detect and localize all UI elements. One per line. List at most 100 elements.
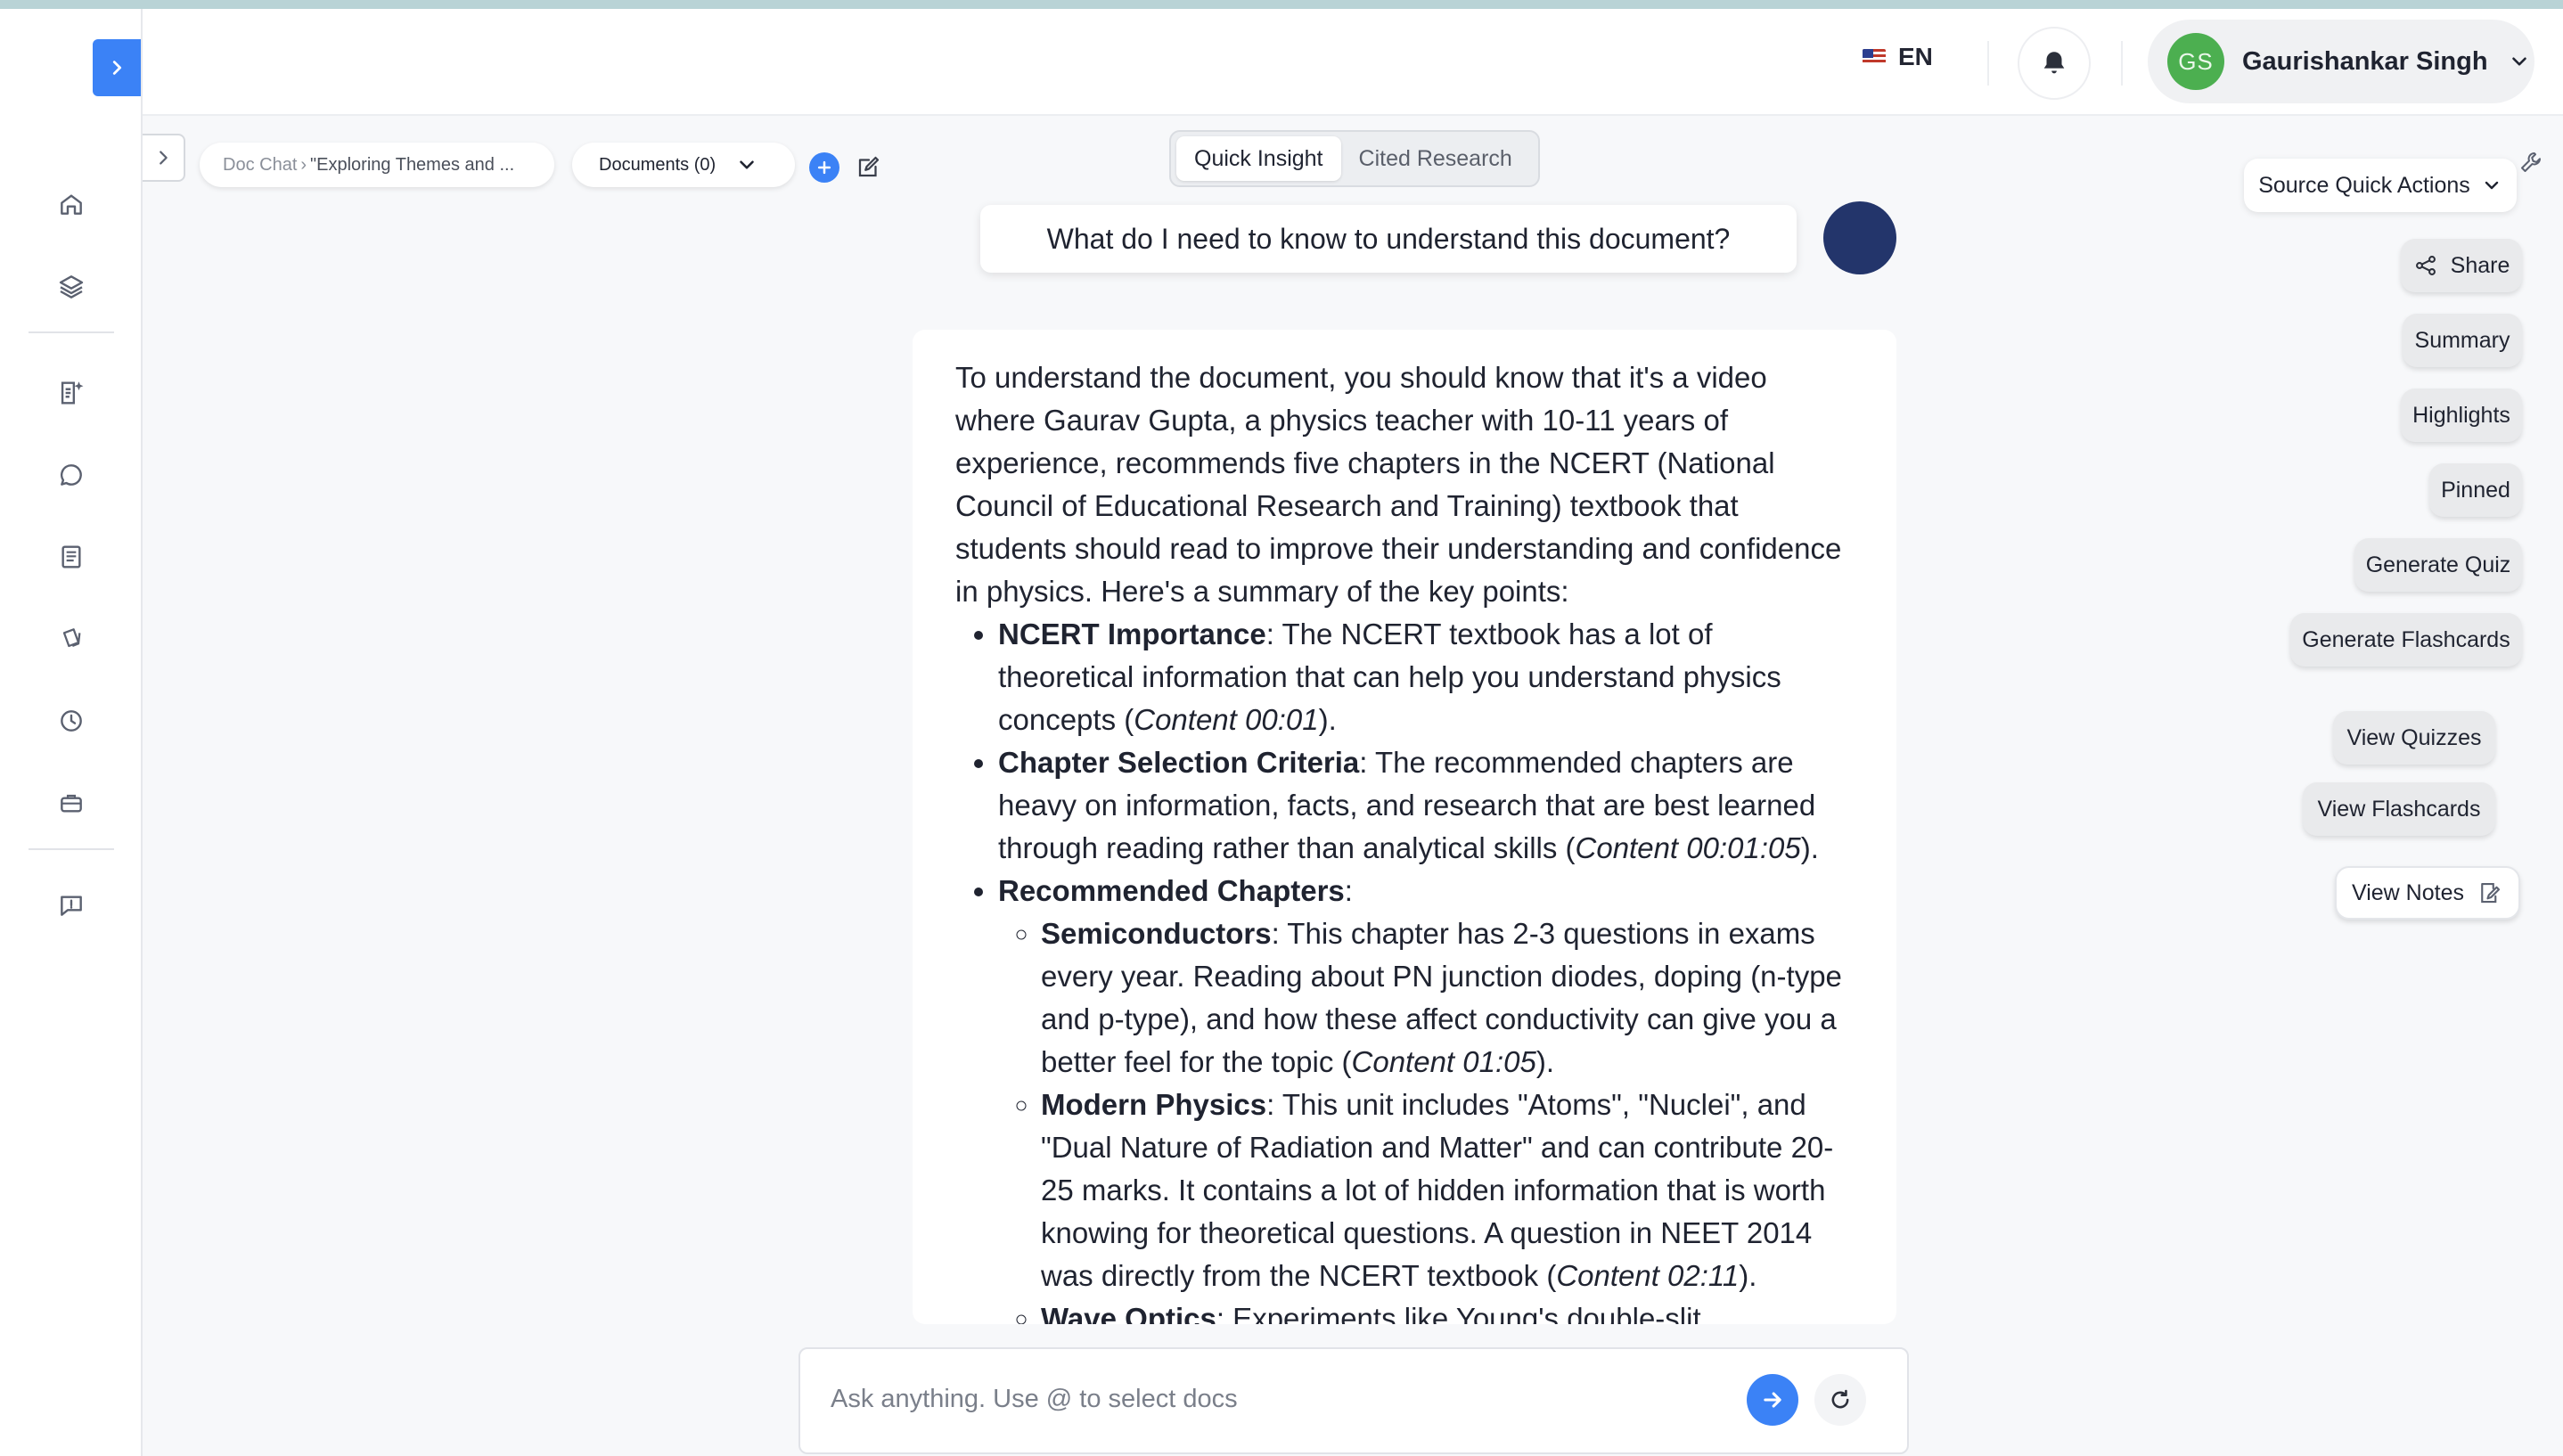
feedback-icon bbox=[61, 896, 82, 916]
chapter-list: Semiconductors: This chapter has 2-3 que… bbox=[998, 912, 1854, 1324]
flag-us-icon bbox=[1863, 49, 1886, 65]
list-item: Wave Optics: Experiments like Young's do… bbox=[1041, 1297, 1854, 1324]
language-selector[interactable]: EN bbox=[1863, 43, 1933, 71]
user-avatar bbox=[1823, 201, 1896, 274]
mode-toggle: Quick Insight Cited Research bbox=[1169, 130, 1540, 187]
notes-icon bbox=[61, 545, 81, 568]
flashcards-icon bbox=[62, 628, 81, 648]
plus-icon bbox=[817, 160, 831, 175]
point-end: ). bbox=[1318, 703, 1337, 736]
expand-sidebar-button[interactable] bbox=[93, 39, 141, 96]
answer-intro: To understand the document, you should k… bbox=[955, 361, 1842, 608]
pinned-button[interactable]: Pinned bbox=[2429, 463, 2522, 517]
briefcase-icon bbox=[61, 794, 82, 813]
view-flashcards-button[interactable]: View Flashcards bbox=[2303, 782, 2495, 836]
sidebar-item-layers[interactable] bbox=[53, 267, 90, 305]
header-divider bbox=[1987, 41, 1989, 86]
wrench-icon bbox=[2521, 152, 2541, 172]
generate-quiz-button[interactable]: Generate Quiz bbox=[2354, 538, 2522, 592]
avatar: GS bbox=[2167, 33, 2224, 90]
edit-icon bbox=[858, 156, 880, 177]
breadcrumb-root[interactable]: Doc Chat bbox=[223, 155, 297, 176]
sidebar-divider bbox=[29, 331, 114, 333]
list-item: Recommended Chapters: Semiconductors: Th… bbox=[998, 870, 1854, 1324]
add-document-button[interactable] bbox=[809, 152, 839, 183]
list-item: Chapter Selection Criteria: The recommen… bbox=[998, 741, 1854, 870]
documents-dropdown[interactable]: Documents (0) bbox=[572, 143, 795, 187]
header-divider bbox=[2121, 41, 2123, 86]
sidebar-divider bbox=[29, 848, 114, 850]
chapter-end: ). bbox=[1535, 1045, 1555, 1078]
citation-link[interactable]: Content 00:01 bbox=[1134, 703, 1318, 736]
user-name: Gaurishankar Singh bbox=[2242, 46, 2488, 76]
notifications-button[interactable] bbox=[2018, 27, 2091, 100]
chapter-title: Modern Physics bbox=[1041, 1088, 1267, 1121]
history-icon bbox=[61, 710, 82, 732]
breadcrumb: Doc Chat › "Exploring Themes and ... bbox=[200, 143, 554, 187]
point-end: ). bbox=[1800, 831, 1819, 864]
point-title: NCERT Importance bbox=[998, 618, 1266, 650]
citation-link[interactable]: Content 00:01:05 bbox=[1576, 831, 1801, 864]
new-chat-button[interactable] bbox=[854, 151, 884, 182]
point-text: : bbox=[1344, 874, 1353, 907]
documents-label: Documents (0) bbox=[599, 154, 716, 175]
chat-icon bbox=[61, 464, 82, 486]
chevron-right-icon bbox=[112, 61, 122, 75]
list-item: Semiconductors: This chapter has 2-3 que… bbox=[1041, 912, 1854, 1084]
refresh-icon bbox=[1831, 1389, 1849, 1409]
view-notes-button[interactable]: View Notes bbox=[2335, 866, 2520, 920]
answer-points: NCERT Importance: The NCERT textbook has… bbox=[955, 613, 1854, 1324]
refresh-button[interactable] bbox=[1814, 1374, 1866, 1426]
sidebar-item-history[interactable] bbox=[53, 702, 90, 740]
ai-document-icon bbox=[61, 381, 84, 405]
chevron-right-icon bbox=[160, 151, 168, 165]
chapter-title: Wave Optics bbox=[1041, 1302, 1216, 1324]
edit-note-icon bbox=[2481, 882, 2501, 904]
view-notes-label: View Notes bbox=[2352, 879, 2464, 905]
top-header: EN GS Gaurishankar Singh bbox=[143, 9, 2563, 116]
tools-button[interactable] bbox=[2515, 146, 2547, 178]
point-title: Recommended Chapters bbox=[998, 874, 1345, 907]
citation-link[interactable]: Content 01:05 bbox=[1352, 1045, 1536, 1078]
highlights-button[interactable]: Highlights bbox=[2401, 389, 2522, 442]
citation-link[interactable]: Content 02:11 bbox=[1556, 1259, 1739, 1292]
send-button[interactable] bbox=[1747, 1374, 1798, 1426]
tab-cited-research[interactable]: Cited Research bbox=[1341, 136, 1530, 181]
list-item: NCERT Importance: The NCERT textbook has… bbox=[998, 613, 1854, 741]
arrow-right-icon bbox=[1764, 1392, 1781, 1408]
left-sidebar bbox=[0, 9, 143, 1456]
layers-icon bbox=[59, 275, 84, 299]
tab-quick-insight[interactable]: Quick Insight bbox=[1176, 136, 1341, 181]
sidebar-item-ai-document[interactable] bbox=[53, 374, 90, 412]
user-menu[interactable]: GS Gaurishankar Singh bbox=[2148, 20, 2534, 103]
summary-button[interactable]: Summary bbox=[2403, 314, 2522, 367]
window-top-strip bbox=[0, 0, 2563, 9]
share-button[interactable]: Share bbox=[2401, 239, 2522, 292]
share-label: Share bbox=[2450, 252, 2510, 278]
sidebar-item-flashcards[interactable] bbox=[53, 620, 90, 658]
source-quick-actions-label: Source Quick Actions bbox=[2258, 172, 2470, 198]
chat-input[interactable]: Ask anything. Use @ to select docs bbox=[831, 1385, 1238, 1414]
chevron-down-icon bbox=[740, 160, 754, 169]
sidebar-item-notes[interactable] bbox=[53, 538, 90, 576]
point-title: Chapter Selection Criteria bbox=[998, 746, 1360, 779]
chapter-end: ). bbox=[1739, 1259, 1757, 1292]
sidebar-item-feedback[interactable] bbox=[53, 887, 90, 924]
chapter-title: Semiconductors bbox=[1041, 917, 1272, 950]
chevron-down-icon bbox=[2511, 57, 2526, 66]
user-question: What do I need to know to understand thi… bbox=[980, 205, 1797, 273]
chat-input-bar: Ask anything. Use @ to select docs bbox=[798, 1347, 1909, 1454]
sidebar-item-chat[interactable] bbox=[53, 456, 90, 494]
bell-icon bbox=[2043, 52, 2065, 74]
generate-flashcards-button[interactable]: Generate Flashcards bbox=[2290, 613, 2522, 667]
breadcrumb-current: "Exploring Themes and ... bbox=[310, 154, 515, 175]
list-item: Modern Physics: This unit includes "Atom… bbox=[1041, 1084, 1854, 1297]
assistant-answer: To understand the document, you should k… bbox=[913, 330, 1896, 1324]
sidebar-item-home[interactable] bbox=[53, 185, 90, 223]
source-quick-actions-dropdown[interactable]: Source Quick Actions bbox=[2244, 159, 2517, 212]
toggle-panel-button[interactable] bbox=[143, 134, 185, 182]
chapter-text: : Experiments like Young's double-slit bbox=[1216, 1302, 1701, 1324]
home-icon bbox=[61, 194, 82, 215]
view-quizzes-button[interactable]: View Quizzes bbox=[2333, 711, 2495, 765]
sidebar-item-briefcase[interactable] bbox=[53, 784, 90, 822]
